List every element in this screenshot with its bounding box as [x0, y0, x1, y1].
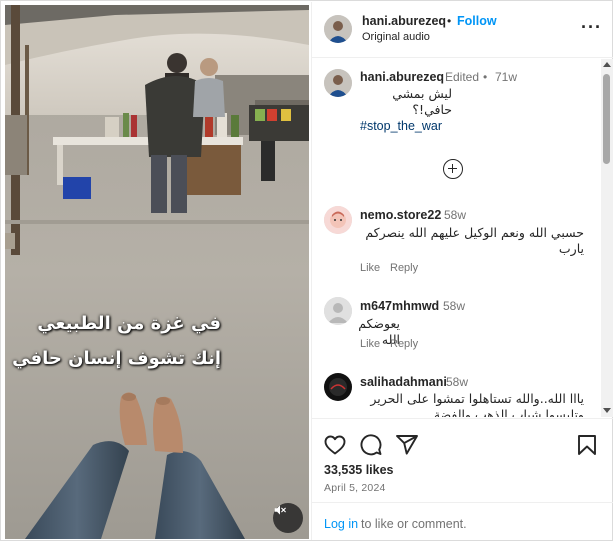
comment-age[interactable]: 58w [446, 375, 468, 389]
mute-button[interactable] [273, 503, 303, 533]
default-avatar-icon [324, 297, 352, 325]
caption-avatar-image [324, 69, 352, 97]
comment-username[interactable]: m647mhmwd [360, 299, 439, 313]
scroll-up-arrow-icon[interactable] [603, 62, 611, 67]
author-avatar-image [324, 15, 352, 43]
comment-like-button[interactable]: Like [360, 338, 380, 350]
video-caption-line-2: إنك تشوف إنسان حافي [12, 348, 221, 369]
video-frame [5, 5, 309, 539]
comment-username[interactable]: nemo.store22 [360, 208, 441, 222]
caption-edited: Edited [445, 70, 480, 84]
post-dialog: في غزة من الطبيعي إنك تشوف إنسان حافي ha… [0, 0, 613, 546]
comment-icon[interactable] [359, 433, 383, 457]
login-link[interactable]: Log in [324, 517, 358, 531]
comment-username[interactable]: salihadahmani [360, 375, 447, 389]
caption-avatar[interactable] [324, 69, 352, 97]
comment-avatar[interactable] [324, 206, 352, 234]
login-prompt: Log in to like or comment. [312, 502, 613, 540]
post-side-panel: hani.aburezeq • Follow Original audio ··… [311, 2, 613, 540]
comment-like-button[interactable]: Like [360, 262, 380, 274]
comment-text-line2: يارب [558, 241, 584, 256]
plus-circle-icon[interactable] [443, 159, 463, 179]
post-actions: 33,535 likes April 5, 2024 [312, 418, 613, 508]
comment-text-line2: وتلبسوا شباب الذهب والفضة [433, 407, 584, 417]
scroll-thumb[interactable] [603, 74, 610, 164]
heart-icon[interactable] [323, 433, 347, 457]
comment-text: حسبي الله ونعم الوكيل عليهم الله ينصركم [365, 225, 584, 240]
comment-avatar-image [324, 373, 352, 401]
more-icon[interactable]: ··· [581, 18, 602, 36]
comment-text: يااا الله..والله تستاهلوا تمشوا على الحر… [370, 391, 584, 406]
scroll-down-arrow-icon[interactable] [603, 408, 611, 413]
comment-avatar[interactable] [324, 373, 352, 401]
comments-list[interactable]: hani.aburezeq Edited • 71w ليش بمشي حافي… [312, 59, 602, 417]
share-icon[interactable] [395, 433, 419, 457]
caption-age[interactable]: 71w [495, 70, 517, 84]
comment-reply-button[interactable]: Reply [390, 338, 418, 350]
follow-button[interactable]: Follow [457, 14, 497, 28]
hashtag-link[interactable]: #stop_the_war [360, 119, 442, 133]
author-username[interactable]: hani.aburezeq [362, 14, 446, 28]
mute-icon [274, 505, 286, 515]
likes-count[interactable]: 33,535 likes [324, 463, 394, 477]
comment-age[interactable]: 58w [444, 208, 466, 222]
comment-reply-button[interactable]: Reply [390, 262, 418, 274]
caption-username[interactable]: hani.aburezeq [360, 70, 444, 84]
caption-dot: • [483, 70, 488, 84]
post-header: hani.aburezeq • Follow Original audio ··… [312, 2, 613, 58]
post-date[interactable]: April 5, 2024 [324, 482, 386, 494]
author-avatar[interactable] [324, 15, 352, 43]
bookmark-icon[interactable] [575, 433, 599, 457]
video-caption-line-1: في غزة من الطبيعي [37, 313, 221, 334]
comment-age[interactable]: 58w [443, 299, 465, 313]
comments-scrollbar[interactable] [601, 59, 613, 417]
login-prompt-text: to like or comment. [361, 517, 467, 531]
separator-dot: • [447, 14, 452, 28]
caption-text: ليش بمشي حافي!؟ [392, 86, 452, 117]
comment-avatar[interactable] [324, 297, 352, 325]
bottom-divider [0, 540, 613, 546]
audio-label[interactable]: Original audio [362, 31, 430, 43]
comment-avatar-image [324, 206, 352, 234]
video-player[interactable]: في غزة من الطبيعي إنك تشوف إنسان حافي [5, 5, 309, 539]
